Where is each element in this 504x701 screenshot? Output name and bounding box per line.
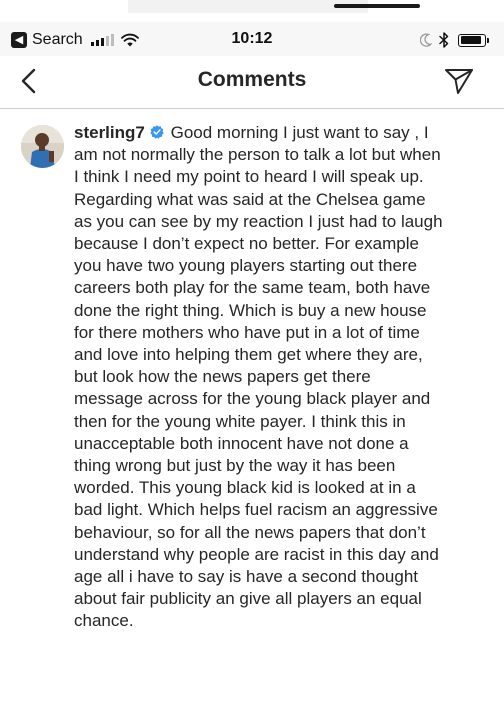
comment-text: Good morning I just want to say , I am n… <box>74 123 443 631</box>
comments-header: Comments <box>0 56 504 109</box>
battery-icon <box>458 33 489 47</box>
battery-level-fill <box>460 36 482 44</box>
paper-plane-icon[interactable] <box>444 66 474 96</box>
home-indicator[interactable] <box>334 4 420 8</box>
avatar-photo <box>21 125 64 168</box>
bluetooth-icon <box>439 32 449 48</box>
status-bar: ◀ Search 10:12 <box>0 22 504 56</box>
avatar[interactable] <box>21 125 64 168</box>
verified-badge-icon <box>150 125 164 139</box>
chevron-left-icon[interactable] <box>14 66 44 96</box>
comment-username[interactable]: sterling7 <box>74 123 145 142</box>
app-switcher-strip <box>128 0 420 13</box>
status-right <box>420 31 489 49</box>
comment-body: sterling7 Good morning I just want to sa… <box>74 122 444 633</box>
page-title: Comments <box>197 68 307 91</box>
do-not-disturb-moon-icon <box>420 33 432 47</box>
